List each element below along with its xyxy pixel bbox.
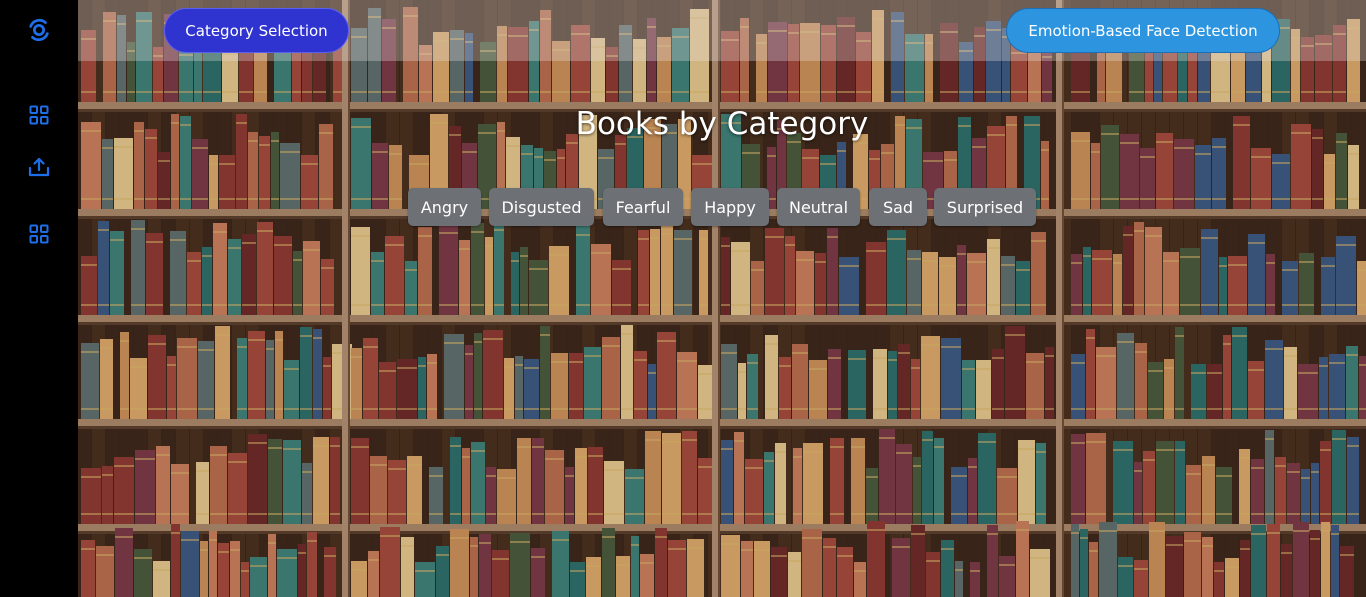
category-chip-disgusted[interactable]: Disgusted [489,188,594,226]
category-chip-row: Angry Disgusted Fearful Happy Neutral Sa… [78,188,1366,226]
page-title: Books by Category [575,106,869,142]
upload-icon[interactable] [27,155,51,179]
top-bar: Category Selection Emotion-Based Face De… [78,0,1366,61]
category-chip-happy[interactable]: Happy [691,188,769,226]
emotion-detection-button[interactable]: Emotion-Based Face Detection [1006,8,1280,53]
main-content: Category Selection Emotion-Based Face De… [78,0,1366,597]
grid-icon[interactable] [27,222,51,246]
orbit-logo-icon[interactable] [27,18,51,42]
grid-icon[interactable] [27,103,51,127]
category-chip-neutral[interactable]: Neutral [777,188,860,226]
category-chip-angry[interactable]: Angry [408,188,481,226]
sidebar [0,0,78,597]
bookshelf-background [78,0,1366,597]
category-chip-sad[interactable]: Sad [869,188,927,226]
category-chip-surprised[interactable]: Surprised [934,188,1036,226]
category-selection-button[interactable]: Category Selection [164,8,349,53]
category-chip-fearful[interactable]: Fearful [603,188,683,226]
